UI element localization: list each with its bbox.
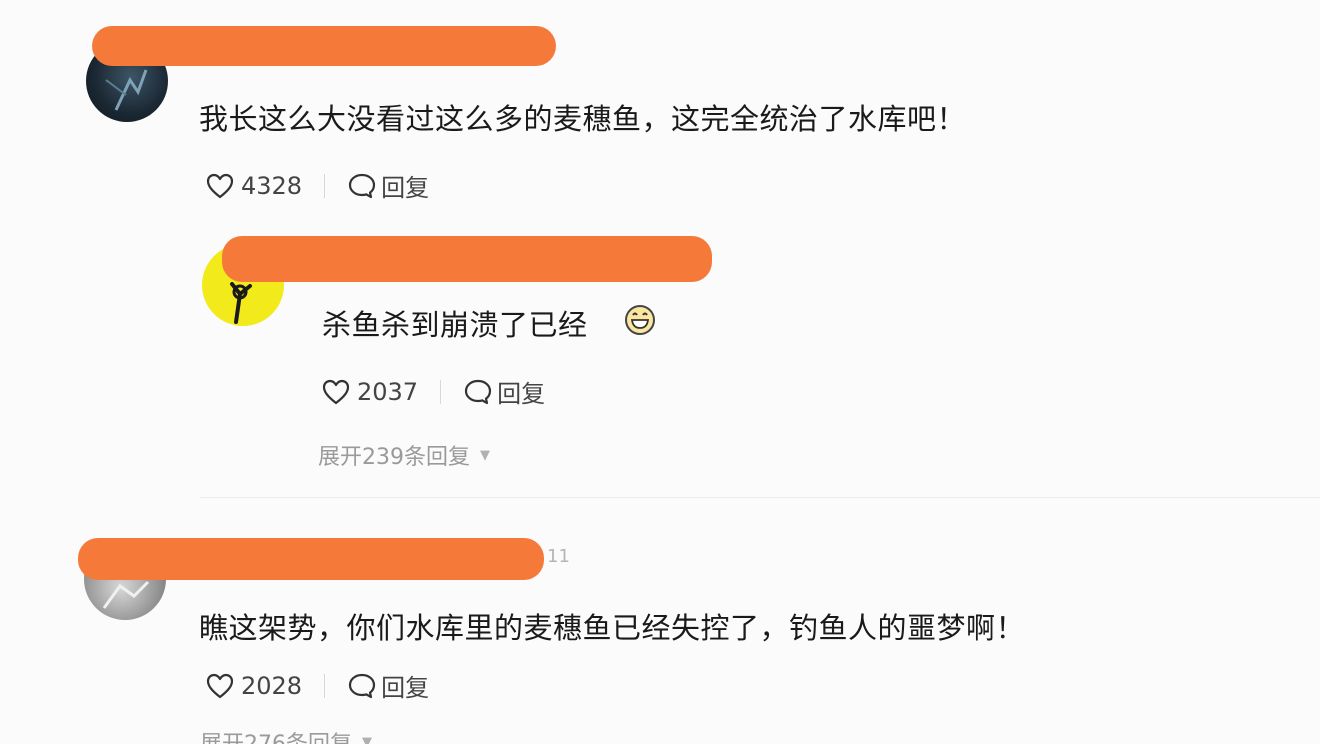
like-count: 2028 — [241, 671, 303, 700]
speech-bubble-icon — [464, 379, 492, 404]
comment-actions: 4328 回复 — [205, 168, 429, 203]
reply-button[interactable]: 回复 — [347, 168, 429, 203]
speech-bubble-icon — [348, 173, 376, 198]
comment-divider — [200, 497, 1320, 498]
like-button[interactable]: 2028 — [205, 672, 302, 700]
reply-button[interactable]: 回复 — [347, 668, 429, 703]
comment-text: 我长这么大没看过这么多的麦穗鱼，这完全统治了水库吧！ — [199, 102, 967, 136]
expand-replies-label: 展开276条回复 — [200, 726, 352, 744]
action-divider — [324, 173, 326, 198]
like-button[interactable]: 4328 — [205, 172, 302, 200]
reply-label: 回复 — [381, 674, 430, 702]
grinning-face-emoji — [622, 303, 658, 341]
like-button[interactable]: 2037 — [321, 378, 418, 406]
caret-down-icon: ▼ — [362, 734, 372, 744]
expand-replies-link[interactable]: 展开276条回复 ▼ — [200, 726, 372, 744]
like-count: 2037 — [357, 377, 419, 406]
caret-down-icon: ▼ — [480, 447, 490, 463]
comment-text: 瞧这架势，你们水库里的麦穗鱼已经失控了，钓鱼人的噩梦啊！ — [199, 611, 1026, 645]
reply-label: 回复 — [381, 174, 430, 202]
reply-button[interactable]: 回复 — [463, 374, 545, 409]
expand-replies-link[interactable]: 展开239条回复 ▼ — [318, 439, 490, 471]
reply-actions: 2037 回复 — [321, 374, 545, 409]
heart-outline-icon — [206, 673, 234, 698]
heart-outline-icon — [322, 379, 350, 404]
redacted-username — [78, 538, 544, 580]
action-divider — [440, 379, 442, 404]
reply-label: 回复 — [497, 380, 546, 408]
redacted-username — [222, 236, 712, 282]
comment-thread: 我长这么大没看过这么多的麦穗鱼，这完全统治了水库吧！ 4328 回复 杀鱼杀到崩… — [0, 0, 1320, 744]
action-divider — [324, 673, 326, 698]
heart-outline-icon — [206, 173, 234, 198]
redacted-username — [92, 26, 556, 66]
reply-text: 杀鱼杀到崩溃了已经 — [322, 308, 588, 342]
like-count: 4328 — [241, 171, 303, 200]
expand-replies-label: 展开239条回复 — [318, 445, 470, 470]
comment-actions: 2028 回复 — [205, 668, 429, 703]
comment-meta: 11 — [547, 546, 570, 567]
speech-bubble-icon — [348, 673, 376, 698]
